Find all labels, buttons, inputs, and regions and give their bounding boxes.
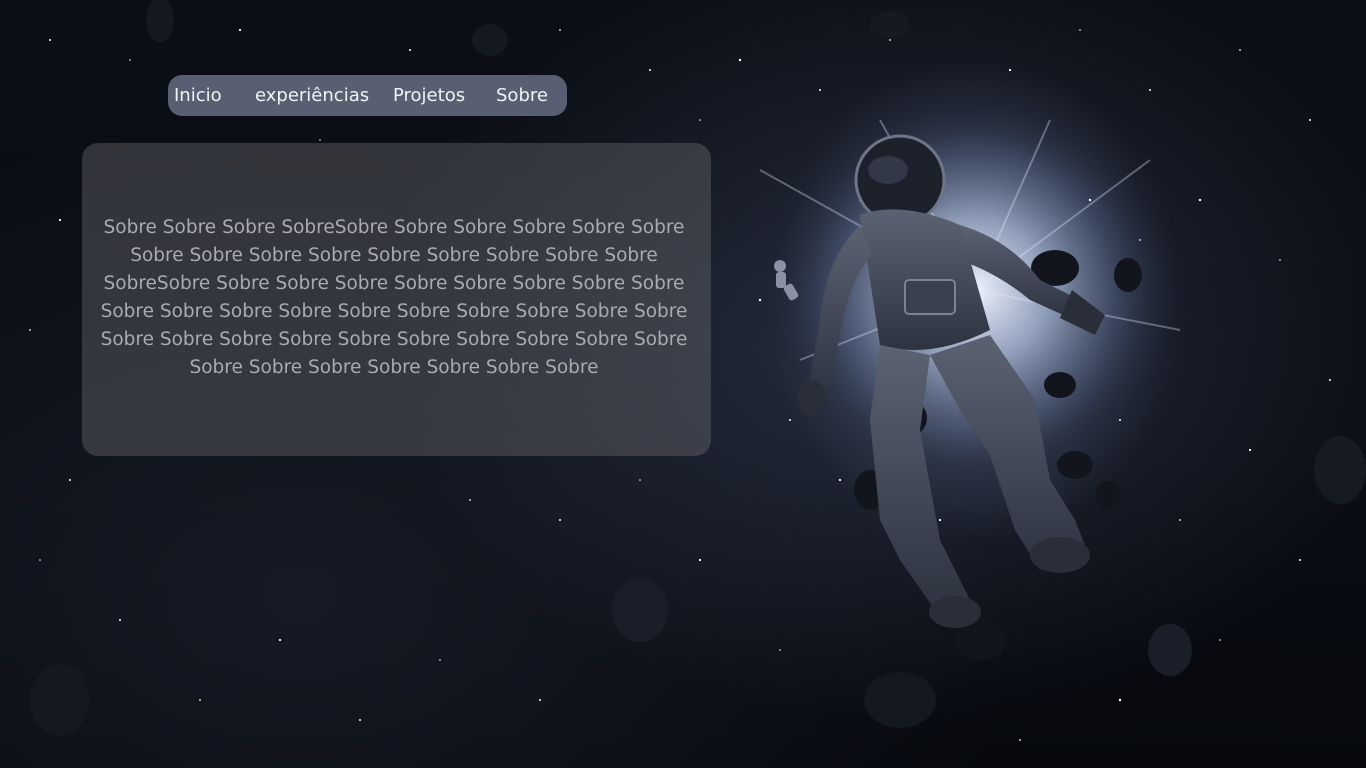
page-background: Inicio experiências Projetos Sobre Sobre…: [0, 0, 1366, 768]
nav-item-projetos[interactable]: Projetos: [393, 75, 465, 116]
nav-item-experiencias[interactable]: experiências: [255, 75, 369, 116]
main-navigation: Inicio experiências Projetos Sobre: [168, 75, 567, 116]
nav-item-sobre[interactable]: Sobre: [496, 75, 548, 116]
about-text: Sobre Sobre Sobre SobreSobre Sobre Sobre…: [100, 217, 688, 378]
nav-item-inicio[interactable]: Inicio: [174, 75, 222, 116]
